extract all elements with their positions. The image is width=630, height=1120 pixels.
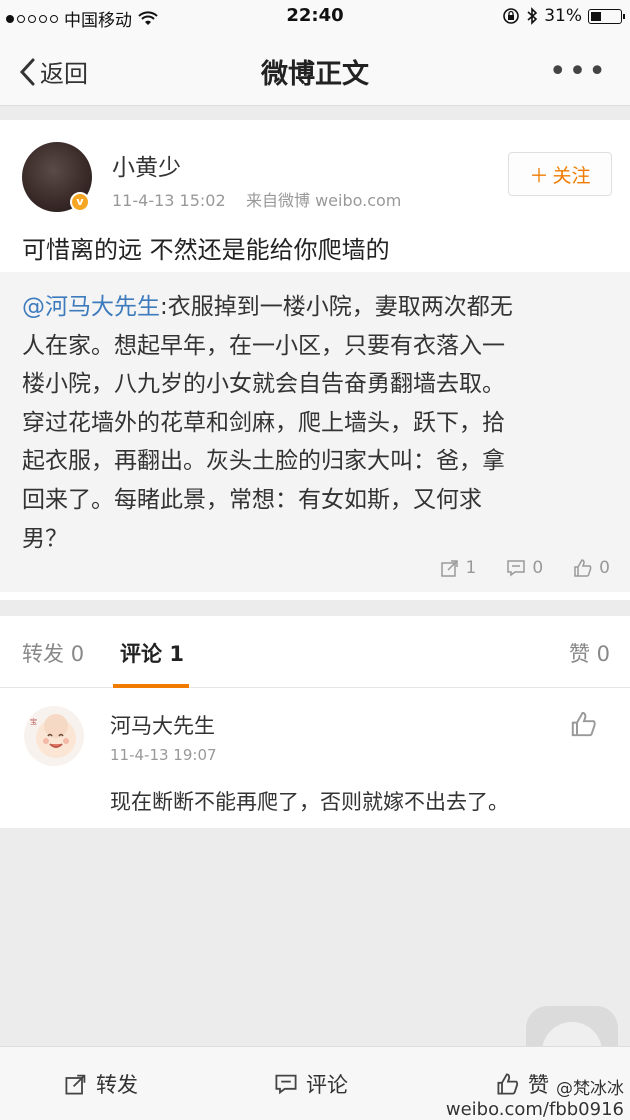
like-count-stat[interactable]: 0 <box>573 558 610 578</box>
comment-icon <box>507 560 526 577</box>
comment-timestamp: 11-4-13 19:07 <box>110 746 217 764</box>
tab-comments-count: 1 <box>169 642 184 666</box>
tab-reposts-count: 0 <box>70 642 85 666</box>
follow-button[interactable]: ＋ 关注 <box>508 152 612 196</box>
tab-reposts[interactable]: 转发 0 <box>22 638 84 668</box>
comment-count-stat[interactable]: 0 <box>506 558 543 578</box>
post-card: v 小黄少 11-4-13 15:02 来自微博 weibo.com ＋ 关注 … <box>0 120 630 600</box>
tab-likes-label: 赞 <box>568 642 590 666</box>
comment-text: 现在断断不能再爬了，否则就嫁不出去了。 <box>110 790 509 814</box>
status-bar: 中国移动 22:40 31% <box>0 0 630 34</box>
detail-tabs: 转发 0 评论 1 赞 0 <box>0 616 630 688</box>
tab-comments[interactable]: 评论 1 <box>120 638 184 668</box>
commenter-avatar[interactable]: 宝 <box>24 706 84 766</box>
post-source: 来自微博 weibo.com <box>246 191 402 210</box>
share-icon <box>65 1074 86 1095</box>
share-icon <box>440 560 458 577</box>
follow-label: 关注 <box>552 164 591 187</box>
comment-icon <box>275 1074 297 1095</box>
tab-comments-label: 评论 <box>120 642 162 666</box>
battery-icon <box>588 8 625 24</box>
battery-percent: 31% <box>544 6 582 26</box>
repost-count: 1 <box>465 558 477 578</box>
post-timestamp: 11-4-13 15:02 <box>112 191 226 210</box>
post-meta: 11-4-13 15:02 来自微博 weibo.com <box>112 187 401 211</box>
bottom-comment-label: 评论 <box>306 1073 348 1097</box>
watermark-handle: @梵冰冰 <box>556 1079 624 1099</box>
svg-text:宝: 宝 <box>30 717 37 726</box>
more-options-icon[interactable]: ••• <box>549 54 608 89</box>
baby-face-avatar-icon: 宝 <box>30 714 76 758</box>
weibo-watermark: @梵冰冰 weibo.com/fbb0916 <box>446 1074 624 1120</box>
author-name[interactable]: 小黄少 <box>112 148 181 182</box>
nav-bar: 返回 微博正文 ••• <box>0 34 630 106</box>
repost-line: 起衣服，再翻出。灰头土脸的归家大叫：爸，拿 <box>22 448 505 475</box>
thumbs-up-icon <box>574 559 592 577</box>
comment-list: 宝 河马大先生 11-4-13 19:07 现在断断不能再爬了，否则就嫁不出去了… <box>0 688 630 828</box>
repost-line: 穿过花墙外的花草和剑麻，爬上墙头，跃下，拾 <box>22 409 505 436</box>
repost-line: 回来了。每睹此景，常想：有女如斯，又何求 <box>22 486 482 513</box>
bottom-repost-button[interactable]: 转发 <box>64 1069 138 1099</box>
tab-likes-count: 0 <box>596 642 610 666</box>
bottom-comment-button[interactable]: 评论 <box>274 1069 348 1099</box>
repost-line: 男？ <box>22 525 68 552</box>
bluetooth-icon <box>527 7 538 25</box>
tab-reposts-label: 转发 <box>22 642 64 666</box>
page-title: 微博正文 <box>261 59 369 90</box>
mention-link[interactable]: @河马大先生 <box>22 294 160 320</box>
repost-line: 楼小院，八九岁的小女就会自告奋勇翻墙去取。 <box>22 371 505 398</box>
bottom-repost-label: 转发 <box>96 1073 138 1097</box>
repost-count-stat[interactable]: 1 <box>440 558 477 578</box>
comment-like-icon[interactable] <box>570 710 598 738</box>
watermark-url: weibo.com/fbb0916 <box>445 1099 624 1120</box>
post-text: 可惜离的远 不然还是能给你爬墙的 <box>22 236 390 264</box>
plus-icon: ＋ <box>529 164 549 187</box>
comment-count: 0 <box>532 558 544 578</box>
verified-badge-icon: v <box>70 192 90 212</box>
repost-body: @河马大先生:衣服掉到一楼小院，妻取两次都无 人在家。想起早年，在一小区，只要有… <box>22 288 608 558</box>
tab-likes[interactable]: 赞 0 <box>569 638 610 668</box>
lock-rotation-icon <box>503 8 520 24</box>
like-count: 0 <box>599 558 610 578</box>
commenter-name[interactable]: 河马大先生 <box>110 710 215 740</box>
repost-stats: 1 0 0 <box>440 558 610 578</box>
status-right: 31% <box>502 6 625 26</box>
reposted-content[interactable]: @河马大先生:衣服掉到一楼小院，妻取两次都无 人在家。想起早年，在一小区，只要有… <box>0 272 630 592</box>
repost-line: 人在家。想起早年，在一小区，只要有衣落入一 <box>22 332 505 359</box>
repost-line: :衣服掉到一楼小院，妻取两次都无 <box>160 294 513 320</box>
